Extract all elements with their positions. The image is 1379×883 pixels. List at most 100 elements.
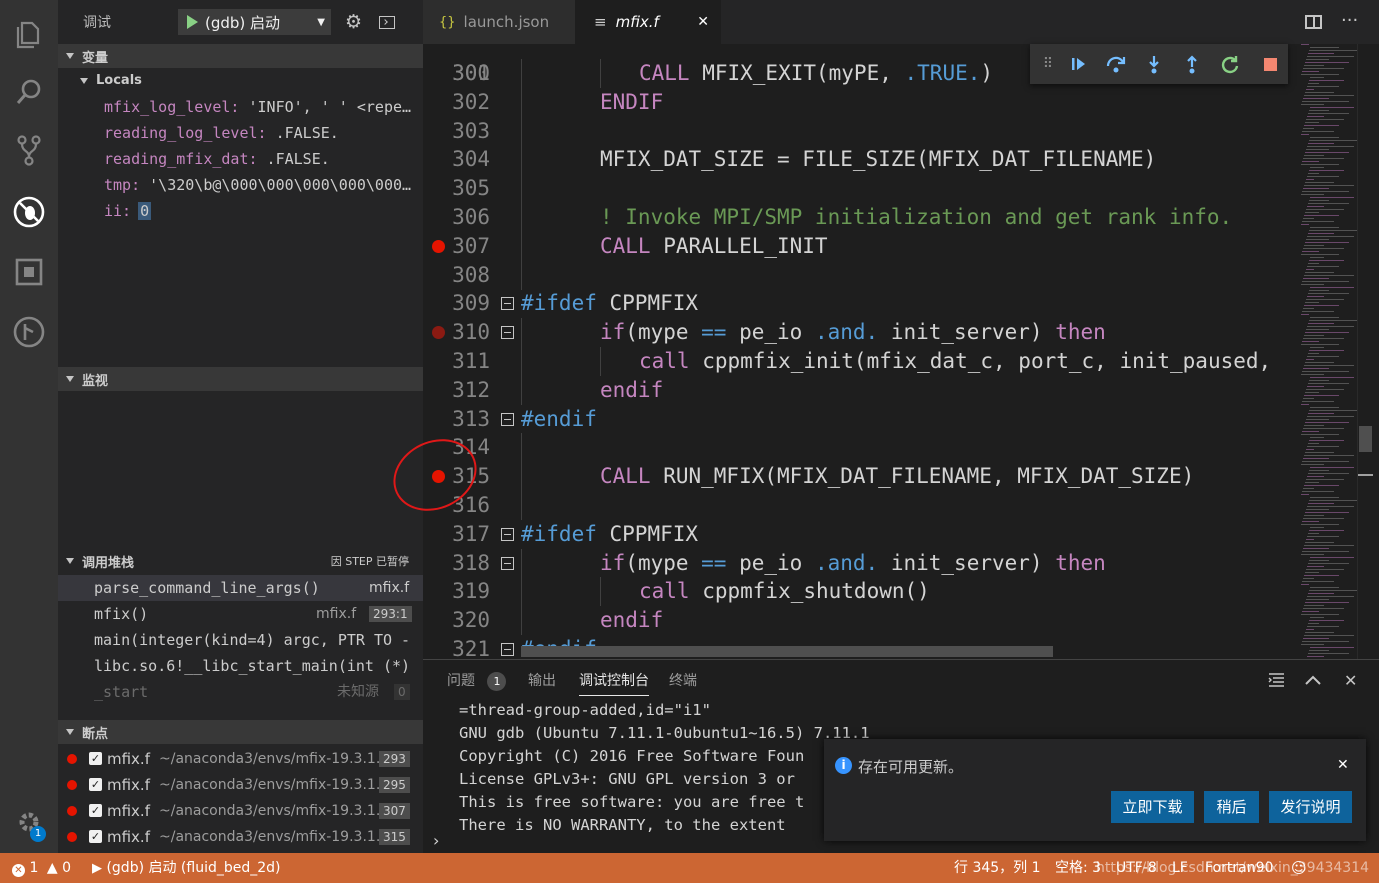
console-line: There is NO WARRANTY, to the extent bbox=[459, 816, 786, 834]
debug-target-status[interactable]: ▶ (gdb) 启动 (fluid_bed_2d) bbox=[92, 853, 281, 883]
minimap[interactable] bbox=[1297, 44, 1359, 659]
drag-handle-icon[interactable]: ⠿ bbox=[1036, 52, 1060, 76]
variable-row[interactable]: reading_mfix_dat: .FALSE. bbox=[58, 146, 423, 172]
settings-gear-icon[interactable]: ⚙ bbox=[345, 11, 362, 33]
step-over-icon[interactable] bbox=[1104, 52, 1128, 76]
download-now-button[interactable]: 立即下载 bbox=[1111, 791, 1194, 823]
minimap-line bbox=[1304, 425, 1324, 426]
minimap-line bbox=[1308, 293, 1349, 294]
code-editor[interactable]: 300 301 CALL MFIX_EXIT(myPE, .TRUE.) 302 EN… bbox=[423, 44, 1297, 659]
clear-console-icon[interactable] bbox=[1268, 672, 1285, 688]
variables-section-header[interactable]: 变量 bbox=[58, 44, 423, 68]
close-icon[interactable]: ✕ bbox=[697, 14, 709, 30]
code-line[interactable]: 313 #endif bbox=[423, 405, 1297, 434]
close-icon[interactable]: ✕ bbox=[1337, 757, 1349, 773]
code-line[interactable]: 319 call cppmfix_shutdown() bbox=[423, 577, 1297, 607]
code-line[interactable]: 312 endif bbox=[423, 375, 1297, 405]
remote-icon[interactable] bbox=[9, 312, 49, 352]
breakpoint-row[interactable]: ✓ mfix.f ~/anaconda3/envs/mfix-19.3.1… 295 bbox=[58, 772, 423, 798]
vertical-scrollbar[interactable] bbox=[1357, 44, 1373, 659]
minimap-line bbox=[1306, 329, 1329, 330]
code-line[interactable]: 314 bbox=[423, 433, 1297, 463]
search-icon[interactable] bbox=[9, 72, 49, 112]
close-panel-icon[interactable]: ✕ bbox=[1344, 671, 1357, 690]
tab-debug-console[interactable]: 调试控制台 bbox=[579, 670, 649, 696]
callstack-section-header[interactable]: 调用堆栈 因 STEP 已暂停 bbox=[58, 549, 423, 573]
code-line[interactable]: 307 CALL PARALLEL_INIT bbox=[423, 231, 1297, 261]
code-line[interactable]: 305 bbox=[423, 174, 1297, 204]
indentation-status[interactable]: 空格: 3 bbox=[1055, 853, 1101, 883]
minimap-line bbox=[1302, 641, 1349, 642]
debug-toolbar: ⠿ bbox=[1030, 44, 1288, 84]
step-into-icon[interactable] bbox=[1142, 52, 1166, 76]
callstack-frame[interactable]: libc.so.6!__libc_start_main(int (*) bbox=[58, 653, 423, 679]
breakpoints-section-header[interactable]: 断点 bbox=[58, 720, 423, 744]
breakpoint-checkbox[interactable]: ✓ bbox=[89, 778, 102, 791]
cursor-position[interactable]: 行 345，列 1 bbox=[954, 853, 1041, 883]
code-line[interactable]: 315 CALL RUN_MFIX(MFIX_DAT_FILENAME, MFIX… bbox=[423, 462, 1297, 492]
fold-toggle-icon[interactable] bbox=[501, 297, 514, 311]
tab-terminal[interactable]: 终端 bbox=[669, 670, 697, 690]
release-notes-button[interactable]: 发行说明 bbox=[1269, 791, 1352, 823]
variable-row[interactable]: reading_log_level: .FALSE. bbox=[58, 120, 423, 146]
explorer-icon[interactable] bbox=[9, 14, 49, 54]
variable-row[interactable]: ii: 0 bbox=[58, 198, 423, 224]
watch-section-header[interactable]: 监视 bbox=[58, 367, 423, 391]
locals-scope[interactable]: Locals bbox=[58, 68, 423, 94]
tab-launch-json[interactable]: {} launch.json bbox=[423, 0, 575, 44]
fold-toggle-icon[interactable] bbox=[501, 556, 514, 570]
code-line[interactable]: 309 #ifdef CPPMFIX bbox=[423, 289, 1297, 318]
tab-output[interactable]: 输出 bbox=[528, 670, 556, 690]
minimap-line bbox=[1306, 269, 1314, 270]
tab-mfix-f[interactable]: ≡ mfix.f ✕ bbox=[575, 0, 721, 44]
later-button[interactable]: 稍后 bbox=[1204, 791, 1259, 823]
breakpoint-checkbox[interactable]: ✓ bbox=[89, 804, 102, 817]
fold-toggle-icon[interactable] bbox=[501, 326, 514, 340]
code-line[interactable]: 311 call cppmfix_init(mfix_dat_c, port_c,… bbox=[423, 347, 1297, 376]
breakpoint-checkbox[interactable]: ✓ bbox=[89, 752, 102, 765]
launch-config-select[interactable]: (gdb) 启动 ▼ bbox=[178, 9, 331, 35]
fold-toggle-icon[interactable] bbox=[501, 527, 514, 541]
tab-problems[interactable]: 问题 1 bbox=[447, 670, 507, 691]
code-line[interactable]: 302 ENDIF bbox=[423, 87, 1297, 117]
code-line[interactable]: 303 bbox=[423, 116, 1297, 146]
split-editor-icon[interactable] bbox=[1305, 15, 1322, 29]
code-line[interactable]: 306 ! Invoke MPI/SMP initialization and g… bbox=[423, 203, 1297, 232]
step-out-icon[interactable] bbox=[1180, 52, 1204, 76]
console-toggle-icon[interactable] bbox=[379, 15, 396, 29]
maximize-panel-icon[interactable] bbox=[1305, 674, 1321, 686]
code-line[interactable]: 318 if(mype == pe_io .and. init_server) t… bbox=[423, 548, 1297, 578]
callstack-frame[interactable]: parse_command_line_args() mfix.f bbox=[58, 575, 423, 601]
minimap-line bbox=[1303, 338, 1344, 339]
code-line[interactable]: 317 #ifdef CPPMFIX bbox=[423, 520, 1297, 549]
horizontal-scrollbar[interactable] bbox=[521, 646, 1053, 657]
start-debug-icon[interactable] bbox=[187, 15, 198, 29]
breakpoint-row[interactable]: ✓ mfix.f ~/anaconda3/envs/mfix-19.3.1… 307 bbox=[58, 798, 423, 824]
console-prompt[interactable]: › bbox=[433, 831, 439, 850]
continue-icon[interactable] bbox=[1066, 52, 1090, 76]
fold-toggle-icon[interactable] bbox=[501, 412, 514, 426]
variable-row[interactable]: tmp: '\320\b@\000\000\000\000\000… bbox=[58, 172, 423, 198]
code-line[interactable]: 316 bbox=[423, 491, 1297, 520]
variable-row[interactable]: mfix_log_level: 'INFO', ' ' <repe… bbox=[58, 94, 423, 120]
source-control-icon[interactable] bbox=[9, 130, 49, 170]
code-line[interactable]: 308 bbox=[423, 260, 1297, 290]
debug-icon[interactable] bbox=[9, 192, 49, 232]
breakpoint-checkbox[interactable]: ✓ bbox=[89, 830, 102, 843]
fold-toggle-icon[interactable] bbox=[501, 643, 514, 656]
breakpoint-row[interactable]: ✓ mfix.f ~/anaconda3/envs/mfix-19.3.1… 315 bbox=[58, 824, 423, 850]
breakpoint-row[interactable]: ✓ mfix.f ~/anaconda3/envs/mfix-19.3.1… 293 bbox=[58, 746, 423, 772]
feedback-smiley-icon[interactable]: ☺ bbox=[1291, 853, 1307, 883]
code-line[interactable]: 320 endif bbox=[423, 606, 1297, 636]
callstack-frame[interactable]: _start 未知源 0 bbox=[58, 679, 423, 705]
callstack-frame[interactable]: mfix() mfix.f 293:1 bbox=[58, 601, 423, 627]
restart-icon[interactable] bbox=[1218, 52, 1242, 76]
more-actions-icon[interactable]: ··· bbox=[1341, 10, 1358, 31]
variable-value: '\320\b@\000\000\000\000\000… bbox=[140, 176, 412, 194]
problems-status[interactable]: ✕ 1 ▲ 0 bbox=[12, 853, 71, 883]
stop-icon[interactable] bbox=[1258, 52, 1282, 76]
extensions-icon[interactable] bbox=[9, 252, 49, 292]
code-line[interactable]: 304 MFIX_DAT_SIZE = FILE_SIZE(MFIX_DAT_FI… bbox=[423, 145, 1297, 175]
code-line[interactable]: 310 if(mype == pe_io .and. init_server) t… bbox=[423, 318, 1297, 348]
callstack-frame[interactable]: main(integer(kind=4) argc, PTR TO - bbox=[58, 627, 423, 653]
